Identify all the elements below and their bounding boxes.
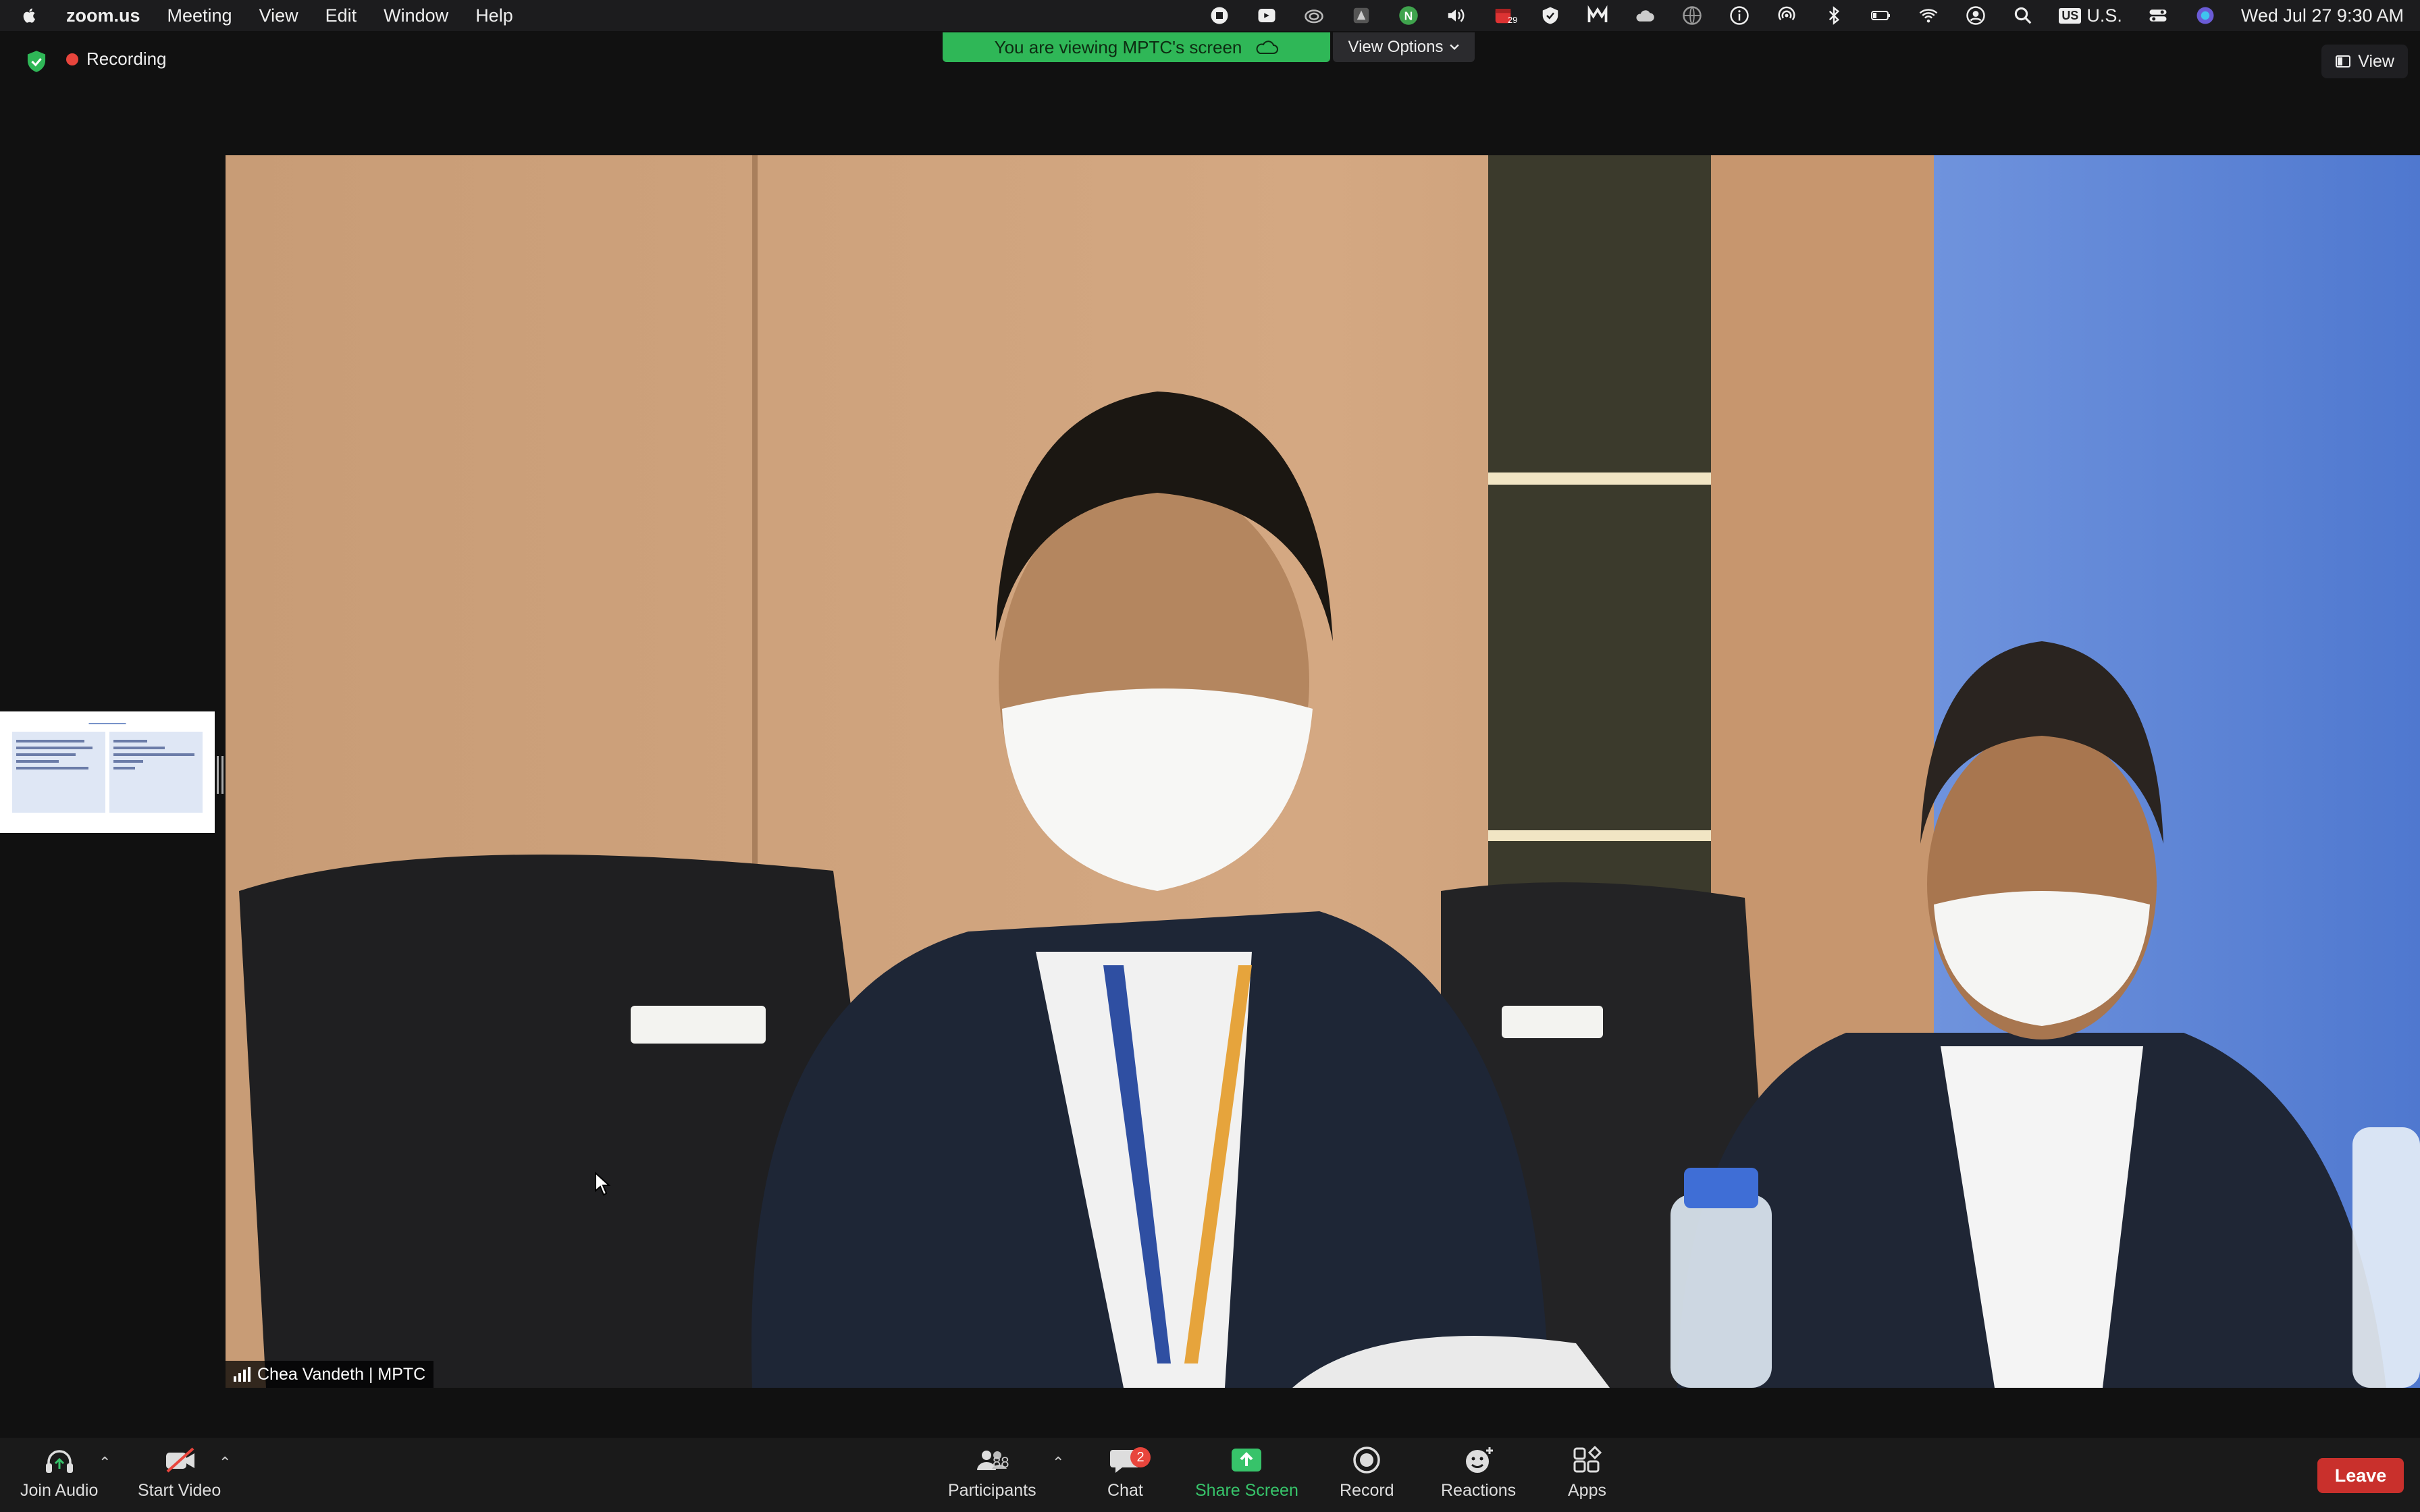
language-flag-icon: US (2059, 7, 2082, 24)
headphones-icon (45, 1450, 73, 1473)
join-audio-button[interactable]: Join Audio (20, 1444, 98, 1501)
n-icon[interactable]: N (1397, 6, 1420, 25)
thumbnail-column (12, 732, 105, 813)
share-banner-text: You are viewing MPTC's screen (994, 36, 1242, 57)
search-icon[interactable] (2011, 6, 2034, 25)
encryption-shield-icon[interactable] (26, 50, 47, 73)
speaker-name: Chea Vandeth | MPTC (257, 1364, 426, 1384)
share-screen-label: Share Screen (1195, 1481, 1298, 1500)
apple-logo-icon[interactable] (16, 6, 43, 25)
status-tray: N 29 US U.S. Wed Jul 27 9:30 AM (1208, 5, 2404, 26)
start-video-button[interactable]: Start Video (138, 1444, 221, 1501)
app-icon[interactable] (1350, 6, 1373, 25)
chat-label: Chat (1107, 1481, 1143, 1500)
chevron-down-icon (1450, 44, 1460, 50)
creative-cloud-icon[interactable] (1303, 6, 1325, 25)
control-center-icon[interactable] (2147, 6, 2169, 25)
screen-share-banner: You are viewing MPTC's screen (943, 32, 1330, 62)
video-frame-image (226, 155, 2420, 1388)
view-button[interactable]: View (2321, 45, 2408, 78)
menu-view[interactable]: View (259, 5, 298, 26)
speaker-name-tag: Chea Vandeth | MPTC (226, 1361, 434, 1388)
view-button-label: View (2358, 51, 2394, 71)
menu-help[interactable]: Help (475, 5, 513, 26)
info-icon[interactable] (1728, 6, 1751, 25)
record-button[interactable]: Record (1340, 1444, 1394, 1501)
participants-options-chevron-icon[interactable]: ⌃ (1052, 1454, 1064, 1472)
globe-icon[interactable] (1681, 6, 1704, 25)
recording-label: Recording (86, 49, 167, 69)
calendar-icon[interactable]: 29 (1492, 6, 1518, 25)
language-label: U.S. (2086, 5, 2122, 26)
participants-label: Participants (948, 1481, 1036, 1500)
join-audio-label: Join Audio (20, 1481, 99, 1500)
menubar-clock[interactable]: Wed Jul 27 9:30 AM (2241, 5, 2404, 26)
menu-meeting[interactable]: Meeting (167, 5, 232, 26)
share-screen-icon (1232, 1449, 1262, 1472)
calendar-badge: 29 (1507, 15, 1518, 25)
bluetooth-icon[interactable] (1822, 6, 1845, 25)
participants-count: 88 (993, 1454, 1009, 1471)
signal-strength-icon (234, 1367, 251, 1382)
stop-record-icon[interactable] (1208, 6, 1231, 25)
menu-edit[interactable]: Edit (325, 5, 357, 26)
wifi-icon[interactable] (1917, 6, 1940, 25)
view-options-label: View Options (1348, 38, 1444, 56)
start-video-label: Start Video (138, 1481, 221, 1500)
meeting-toolbar: Join Audio ⌃ Start Video ⌃ 88 Participan… (0, 1438, 2420, 1512)
apps-label: Apps (1568, 1481, 1606, 1500)
thumbnail-slide-body (12, 732, 203, 813)
video-off-icon (165, 1447, 194, 1473)
audio-options-chevron-icon[interactable]: ⌃ (99, 1454, 111, 1472)
recording-dot-icon (66, 53, 78, 65)
leave-button[interactable]: Leave (2317, 1458, 2404, 1493)
thumbnail-drag-handle[interactable] (216, 756, 224, 794)
menu-window[interactable]: Window (384, 5, 448, 26)
reactions-button[interactable]: Reactions (1441, 1444, 1516, 1501)
chat-button[interactable]: 2 Chat (1107, 1444, 1151, 1501)
apps-icon (1573, 1445, 1602, 1473)
menu-app-name[interactable]: zoom.us (66, 5, 140, 26)
camera-icon[interactable] (1255, 6, 1278, 25)
share-screen-button[interactable]: Share Screen (1195, 1444, 1298, 1501)
mouse-cursor-icon (595, 1172, 610, 1196)
cloud-icon[interactable] (1633, 6, 1656, 25)
record-icon (1353, 1447, 1381, 1474)
shared-screen-thumbnail[interactable]: ————— (0, 711, 215, 833)
cloud-icon (1256, 40, 1279, 54)
volume-icon[interactable] (1444, 6, 1467, 25)
smiley-plus-icon (1465, 1447, 1493, 1473)
airdrop-icon[interactable] (1775, 6, 1798, 25)
video-options-chevron-icon[interactable]: ⌃ (219, 1454, 231, 1472)
siri-icon[interactable] (2194, 6, 2217, 25)
svg-text:N: N (1404, 9, 1413, 22)
chat-unread-badge: 2 (1130, 1447, 1151, 1467)
menu-bar: zoom.us Meeting View Edit Window Help N … (0, 0, 2420, 31)
reactions-label: Reactions (1441, 1481, 1517, 1500)
record-label: Record (1340, 1481, 1394, 1500)
participants-button[interactable]: 88 Participants (948, 1444, 1036, 1501)
recording-indicator[interactable]: Recording (66, 49, 167, 70)
input-language[interactable]: US U.S. (2059, 5, 2122, 26)
m-icon[interactable] (1586, 5, 1609, 25)
view-layout-icon (2336, 55, 2351, 68)
user-icon[interactable] (1964, 6, 1987, 25)
thumbnail-column (109, 732, 203, 813)
battery-icon[interactable] (1870, 6, 1893, 25)
thumbnail-slide-title: ————— (88, 720, 126, 728)
view-options-button[interactable]: View Options (1333, 32, 1475, 62)
apps-button[interactable]: Apps (1568, 1444, 1606, 1501)
active-speaker-video[interactable] (226, 155, 2420, 1388)
shield-icon[interactable] (1539, 6, 1562, 25)
